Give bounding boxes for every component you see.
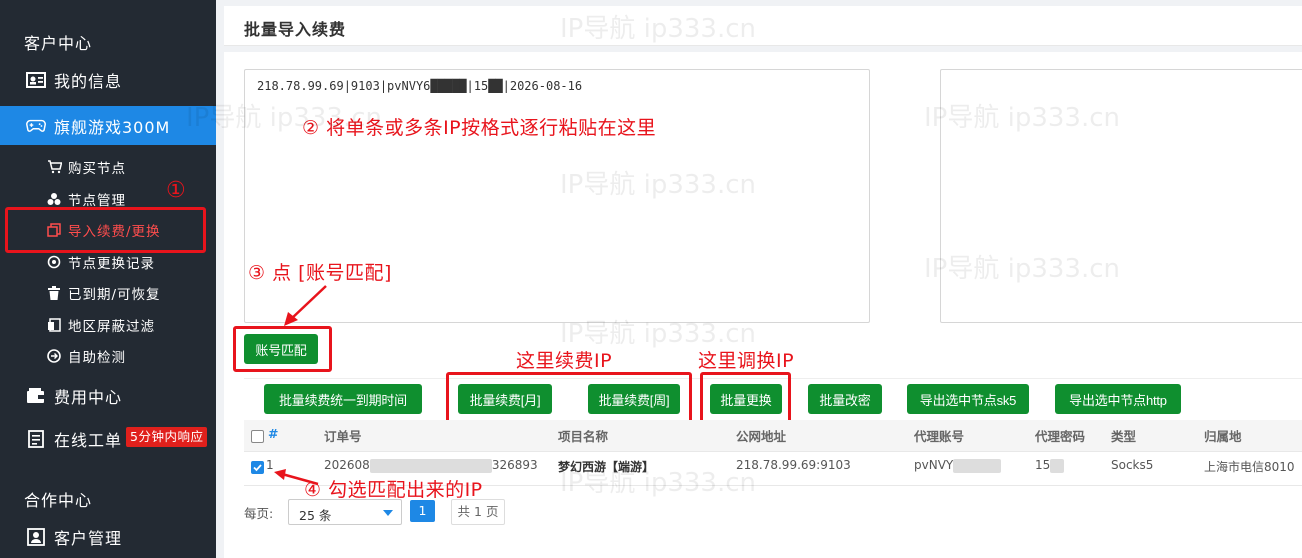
gamepad-icon [26, 116, 46, 136]
col-order: 订单号 [324, 429, 362, 444]
chevron-down-icon [383, 510, 393, 516]
col-type: 类型 [1111, 429, 1137, 444]
export-http-button[interactable]: 导出选中节点http [1055, 384, 1181, 414]
sidebar: 客户中心 我的信息 旗舰游戏300M 购买节点 节点管理 导入续费/更换 节点更… [0, 0, 216, 558]
col-hash: # [268, 426, 279, 441]
per-page-label: 每页: [244, 506, 274, 521]
col-account: 代理账号 [914, 429, 965, 444]
sidebar-item-label: 自助检测 [68, 350, 126, 366]
export-sk5-button[interactable]: 导出选中节点sk5 [907, 384, 1029, 414]
nodes-icon [46, 191, 62, 207]
annotation-step-1: ① [166, 178, 187, 203]
document-icon [46, 317, 62, 333]
user-card-icon [26, 527, 46, 547]
page-1-button[interactable]: 1 [410, 500, 435, 522]
highlight-box-renew [446, 372, 692, 423]
col-project: 项目名称 [558, 429, 609, 444]
sidebar-item-expired[interactable]: 已到期/可恢复 [0, 279, 216, 307]
sidebar-item-label: 已到期/可恢复 [68, 287, 161, 303]
sidebar-item-region-filter[interactable]: 地区屏蔽过滤 [0, 311, 216, 339]
page-title: 批量导入续费 [244, 20, 347, 39]
total-pages: 共 1 页 [451, 499, 505, 525]
cell-account: pvNVY [914, 458, 1002, 473]
highlight-box-change [700, 372, 791, 423]
annotation-step-4: ④ 勾选匹配出来的IP [304, 479, 483, 501]
sidebar-item-flagship-game[interactable]: 旗舰游戏300M [0, 106, 216, 145]
annotation-step-2: ② 将单条或多条IP按格式逐行粘贴在这里 [302, 117, 657, 139]
list-doc-icon [26, 429, 46, 449]
batch-renew-unify-button[interactable]: 批量续费统一到期时间 [264, 384, 422, 414]
sidebar-item-buy-nodes[interactable]: 购买节点 [0, 153, 216, 181]
row-checkbox[interactable] [251, 461, 264, 474]
sidebar-item-my-info[interactable]: 我的信息 [0, 61, 216, 99]
sidebar-item-label: 客户管理 [54, 529, 123, 548]
cell-order: 202608 326893 [324, 458, 538, 473]
batch-password-button[interactable]: 批量改密 [808, 384, 882, 414]
sidebar-item-label: 费用中心 [54, 388, 123, 407]
refresh-target-icon [46, 254, 62, 270]
cell-project: 梦幻西游【端游】 [558, 460, 655, 474]
annotation-renew-here: 这里续费IP [516, 350, 613, 372]
sidebar-item-self-check[interactable]: 自助检测 [0, 342, 216, 370]
sidebar-item-label: 在线工单 [54, 431, 123, 450]
cell-location: 上海市电信8010 [1204, 460, 1295, 474]
sidebar-item-label: 节点管理 [68, 193, 126, 209]
cart-icon [46, 159, 62, 175]
highlight-box-match [233, 326, 332, 372]
section-customer-center: 客户中心 [24, 34, 93, 53]
cell-password: 15 [1035, 458, 1065, 473]
per-page-value: 25 条 [299, 508, 332, 523]
id-card-icon [26, 70, 46, 90]
col-ip: 公网地址 [736, 429, 787, 444]
trash-icon [46, 285, 62, 301]
arrow-to-match-icon [284, 285, 327, 326]
highlight-box-nav [5, 207, 206, 253]
response-time-badge: 5分钟内响应 [126, 427, 208, 447]
page-header: 批量导入续费 [224, 6, 1302, 46]
sidebar-item-fee-center[interactable]: 费用中心 [0, 377, 216, 415]
sync-icon [46, 348, 62, 364]
sidebar-item-label: 我的信息 [54, 72, 123, 91]
cell-type: Socks5 [1111, 458, 1154, 472]
sidebar-item-label: 节点更换记录 [68, 256, 155, 272]
annotation-change-here: 这里调换IP [698, 350, 795, 372]
sidebar-item-label: 购买节点 [68, 161, 126, 177]
sidebar-item-customer-manage[interactable]: 客户管理 [0, 518, 216, 556]
sidebar-item-label: 旗舰游戏300M [54, 117, 171, 137]
annotation-step-3: ③ 点 [账号匹配] [248, 262, 392, 284]
col-password: 代理密码 [1035, 429, 1086, 444]
section-partner-center: 合作中心 [24, 491, 93, 510]
select-all-checkbox[interactable] [251, 430, 264, 443]
cell-ip: 218.78.99.69:9103 [736, 458, 851, 472]
col-location: 归属地 [1204, 429, 1242, 444]
main-content: 批量导入续费 218.78.99.69|9103|pvNVY6█████|15█… [186, 0, 1302, 558]
sidebar-item-label: 地区屏蔽过滤 [68, 319, 155, 335]
wallet-icon [26, 386, 46, 406]
result-textarea[interactable] [940, 69, 1302, 323]
per-page-select[interactable]: 25 条 [288, 499, 402, 525]
